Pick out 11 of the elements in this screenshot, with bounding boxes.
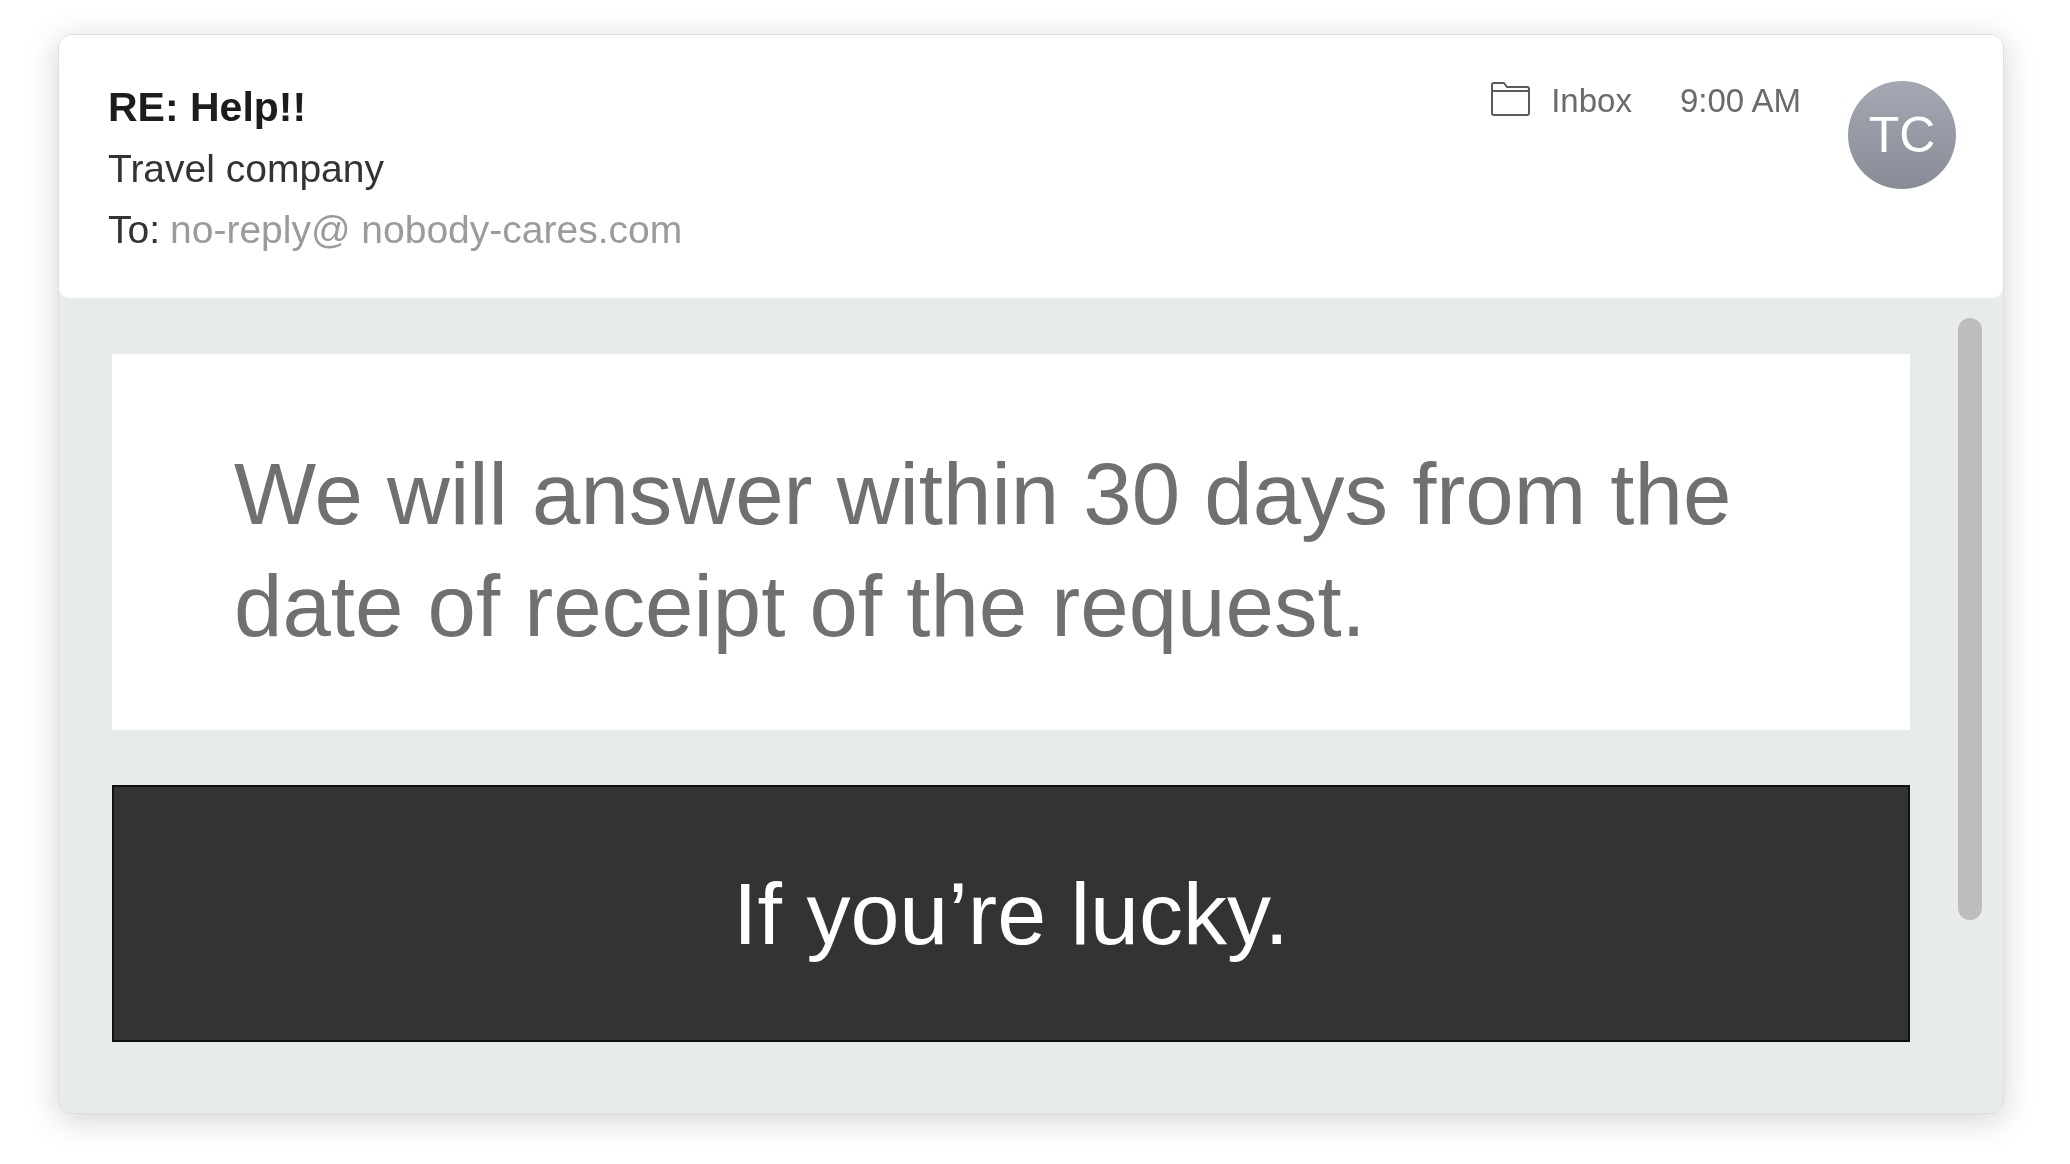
recipient-address: no-reply@ nobody-cares.com bbox=[170, 207, 683, 253]
message-text: If you’re lucky. bbox=[733, 864, 1289, 963]
folder-label: Inbox bbox=[1551, 81, 1632, 121]
email-subject: RE: Help!! bbox=[108, 83, 308, 132]
folder-icon bbox=[1490, 81, 1532, 117]
sender-name: Travel company bbox=[108, 146, 385, 192]
message-text: We will answer within 30 days from the date of receipt of the request. bbox=[234, 444, 1733, 656]
avatar: TC bbox=[1848, 81, 1956, 189]
recipient-label: To: bbox=[108, 207, 161, 253]
scrollbar-thumb[interactable] bbox=[1958, 318, 1982, 920]
received-time: 9:00 AM bbox=[1679, 81, 1801, 121]
